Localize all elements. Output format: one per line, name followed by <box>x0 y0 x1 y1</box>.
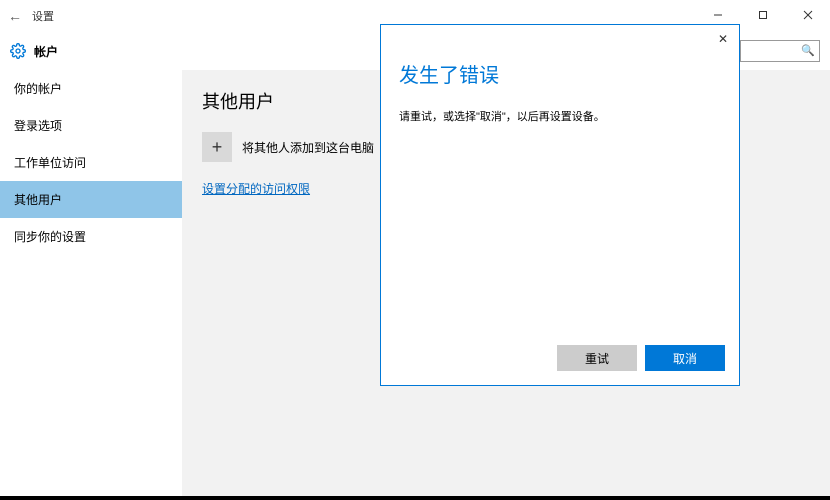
sidebar-item-label: 其他用户 <box>14 193 62 207</box>
dialog-title: 发生了错误 <box>399 59 721 88</box>
sidebar-item-label: 同步你的设置 <box>14 230 86 244</box>
retry-label: 重试 <box>585 350 609 367</box>
search-input[interactable]: 🔍 <box>740 40 820 62</box>
sidebar-item-work-access[interactable]: 工作单位访问 <box>0 144 182 181</box>
add-user-label: 将其他人添加到这台电脑 <box>242 139 374 156</box>
taskbar-edge <box>0 496 830 500</box>
app-title: 设置 <box>32 8 54 24</box>
gear-icon <box>10 43 26 59</box>
cancel-label: 取消 <box>673 350 697 367</box>
sidebar-item-other-users[interactable]: 其他用户 <box>0 181 182 218</box>
plus-icon: + <box>202 132 232 162</box>
section-title: 帐户 <box>34 43 58 60</box>
back-button[interactable]: ← <box>0 8 30 24</box>
maximize-button[interactable] <box>740 0 785 30</box>
sidebar-item-label: 你的帐户 <box>14 82 62 96</box>
retry-button[interactable]: 重试 <box>557 345 637 371</box>
cancel-button[interactable]: 取消 <box>645 345 725 371</box>
error-dialog: ✕ 发生了错误 请重试，或选择"取消"，以后再设置设备。 重试 取消 <box>380 24 740 386</box>
assigned-access-link[interactable]: 设置分配的访问权限 <box>202 182 310 196</box>
dialog-message: 请重试，或选择"取消"，以后再设置设备。 <box>399 108 721 124</box>
sidebar: 你的帐户 登录选项 工作单位访问 其他用户 同步你的设置 <box>0 70 182 500</box>
search-icon: 🔍 <box>801 44 815 57</box>
close-button[interactable] <box>785 0 830 30</box>
dialog-close-button[interactable]: ✕ <box>711 27 735 51</box>
sidebar-item-your-account[interactable]: 你的帐户 <box>0 70 182 107</box>
sidebar-item-label: 登录选项 <box>14 119 62 133</box>
dialog-body: 发生了错误 请重试，或选择"取消"，以后再设置设备。 <box>381 25 739 335</box>
sidebar-item-signin-options[interactable]: 登录选项 <box>0 107 182 144</box>
sidebar-item-label: 工作单位访问 <box>14 156 86 170</box>
sidebar-item-sync-settings[interactable]: 同步你的设置 <box>0 218 182 255</box>
dialog-footer: 重试 取消 <box>381 335 739 385</box>
